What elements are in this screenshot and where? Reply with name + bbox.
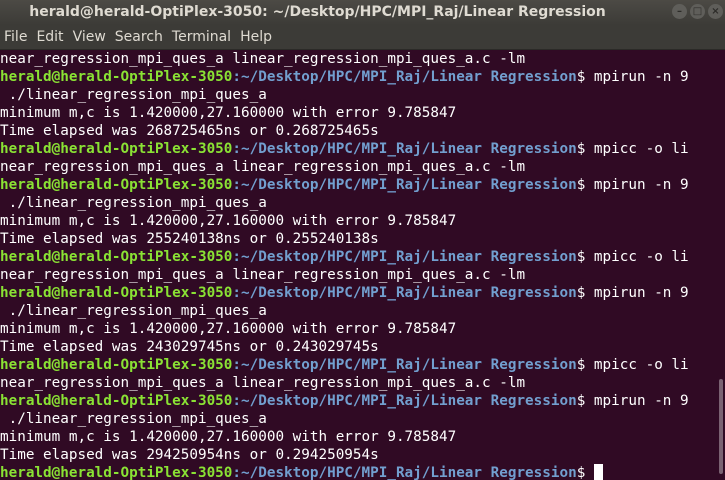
prompt-user-host: herald@herald-OptiPlex-3050 (0, 141, 233, 157)
maximize-button[interactable]: □ (690, 4, 705, 19)
minimize-button[interactable]: – (672, 4, 687, 19)
terminal-output-line: near_regression_mpi_ques_a linear_regres… (0, 158, 725, 176)
output-text: minimum m,c is 1.420000,27.160000 with e… (0, 321, 457, 337)
prompt-path: :~/Desktop/HPC/MPI_Raj/Linear Regression (232, 249, 577, 265)
terminal-output-line: minimum m,c is 1.420000,27.160000 with e… (0, 104, 725, 122)
output-text: Time elapsed was 243029745ns or 0.243029… (0, 339, 379, 355)
title-bar[interactable]: herald@herald-OptiPlex-3050: ~/Desktop/H… (0, 0, 725, 25)
terminal-output-line: minimum m,c is 1.420000,27.160000 with e… (0, 212, 725, 230)
terminal-output-line: minimum m,c is 1.420000,27.160000 with e… (0, 428, 725, 446)
terminal-output-line: ./linear_regression_mpi_ques_a (0, 86, 725, 104)
scrollbar-thumb[interactable] (719, 379, 723, 474)
prompt-user-host: herald@herald-OptiPlex-3050 (0, 285, 233, 301)
output-text: minimum m,c is 1.420000,27.160000 with e… (0, 213, 457, 229)
output-text: Time elapsed was 255240138ns or 0.255240… (0, 231, 379, 247)
output-text: minimum m,c is 1.420000,27.160000 with e… (0, 105, 457, 121)
prompt-path: :~/Desktop/HPC/MPI_Raj/Linear Regression (232, 141, 577, 157)
menu-terminal[interactable]: Terminal (169, 25, 234, 49)
output-text: near_regression_mpi_ques_a linear_regres… (0, 267, 526, 283)
terminal-window: herald@herald-OptiPlex-3050: ~/Desktop/H… (0, 0, 725, 480)
terminal-prompt-line: herald@herald-OptiPlex-3050:~/Desktop/HP… (0, 464, 725, 480)
prompt-user-host: herald@herald-OptiPlex-3050 (0, 249, 233, 265)
command-text (585, 465, 594, 480)
command-text: mpirun -n 9 (585, 177, 689, 193)
scrollbar[interactable] (715, 49, 725, 480)
output-text: ./linear_regression_mpi_ques_a (0, 411, 267, 427)
prompt-path: :~/Desktop/HPC/MPI_Raj/Linear Regression (232, 285, 577, 301)
output-text: ./linear_regression_mpi_ques_a (0, 87, 267, 103)
terminal-prompt-line: herald@herald-OptiPlex-3050:~/Desktop/HP… (0, 176, 725, 194)
menu-search[interactable]: Search (112, 25, 166, 49)
terminal-output[interactable]: near_regression_mpi_ques_a linear_regres… (0, 50, 725, 480)
terminal-output-line: near_regression_mpi_ques_a linear_regres… (0, 266, 725, 284)
command-text: mpirun -n 9 (585, 285, 689, 301)
terminal-prompt-line: herald@herald-OptiPlex-3050:~/Desktop/HP… (0, 392, 725, 410)
output-text: minimum m,c is 1.420000,27.160000 with e… (0, 429, 457, 445)
terminal-prompt-line: herald@herald-OptiPlex-3050:~/Desktop/HP… (0, 284, 725, 302)
terminal-prompt-line: herald@herald-OptiPlex-3050:~/Desktop/HP… (0, 140, 725, 158)
terminal-output-line: ./linear_regression_mpi_ques_a (0, 302, 725, 320)
terminal-output-line: Time elapsed was 268725465ns or 0.268725… (0, 122, 725, 140)
output-text: near_regression_mpi_ques_a linear_regres… (0, 51, 526, 67)
menu-bar: File Edit View Search Terminal Help (0, 25, 725, 50)
prompt-path: :~/Desktop/HPC/MPI_Raj/Linear Regression (232, 69, 577, 85)
terminal-output-line: Time elapsed was 243029745ns or 0.243029… (0, 338, 725, 356)
terminal-output-line: near_regression_mpi_ques_a linear_regres… (0, 50, 725, 68)
output-text: ./linear_regression_mpi_ques_a (0, 303, 267, 319)
menu-file[interactable]: File (1, 25, 30, 49)
prompt-path: :~/Desktop/HPC/MPI_Raj/Linear Regression (232, 393, 577, 409)
prompt-user-host: herald@herald-OptiPlex-3050 (0, 465, 233, 480)
terminal-prompt-line: herald@herald-OptiPlex-3050:~/Desktop/HP… (0, 356, 725, 374)
output-text: Time elapsed was 294250954ns or 0.294250… (0, 447, 379, 463)
prompt-path: :~/Desktop/HPC/MPI_Raj/Linear Regression (232, 465, 577, 480)
prompt-user-host: herald@herald-OptiPlex-3050 (0, 177, 233, 193)
close-button[interactable]: × (708, 4, 723, 19)
output-text: ./linear_regression_mpi_ques_a (0, 195, 267, 211)
window-title: herald@herald-OptiPlex-3050: ~/Desktop/H… (29, 4, 606, 20)
terminal-output-line: ./linear_regression_mpi_ques_a (0, 194, 725, 212)
terminal-prompt-line: herald@herald-OptiPlex-3050:~/Desktop/HP… (0, 68, 725, 86)
command-text: mpicc -o li (585, 357, 689, 373)
menu-help[interactable]: Help (237, 25, 275, 49)
command-text: mpirun -n 9 (585, 69, 689, 85)
command-text: mpirun -n 9 (585, 393, 689, 409)
terminal-output-line: ./linear_regression_mpi_ques_a (0, 410, 725, 428)
terminal-output-line: minimum m,c is 1.420000,27.160000 with e… (0, 320, 725, 338)
terminal-prompt-line: herald@herald-OptiPlex-3050:~/Desktop/HP… (0, 248, 725, 266)
output-text: near_regression_mpi_ques_a linear_regres… (0, 375, 526, 391)
command-text: mpicc -o li (585, 141, 689, 157)
output-text: near_regression_mpi_ques_a linear_regres… (0, 159, 526, 175)
prompt-user-host: herald@herald-OptiPlex-3050 (0, 393, 233, 409)
menu-view[interactable]: View (70, 25, 109, 49)
prompt-path: :~/Desktop/HPC/MPI_Raj/Linear Regression (232, 177, 577, 193)
prompt-user-host: herald@herald-OptiPlex-3050 (0, 357, 233, 373)
output-text: Time elapsed was 268725465ns or 0.268725… (0, 123, 379, 139)
text-cursor (593, 464, 603, 480)
prompt-path: :~/Desktop/HPC/MPI_Raj/Linear Regression (232, 357, 577, 373)
terminal-output-line: Time elapsed was 255240138ns or 0.255240… (0, 230, 725, 248)
terminal-output-line: near_regression_mpi_ques_a linear_regres… (0, 374, 725, 392)
menu-edit[interactable]: Edit (33, 25, 66, 49)
prompt-user-host: herald@herald-OptiPlex-3050 (0, 69, 233, 85)
terminal-output-line: Time elapsed was 294250954ns or 0.294250… (0, 446, 725, 464)
command-text: mpicc -o li (585, 249, 689, 265)
